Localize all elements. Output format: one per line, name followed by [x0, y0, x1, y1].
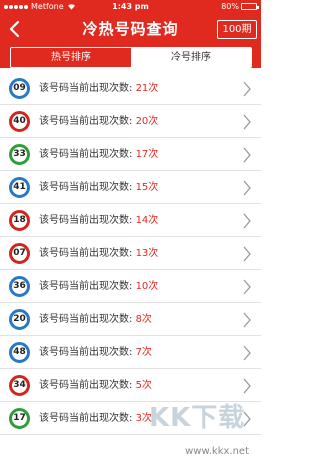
ball-number: 36 — [13, 281, 26, 291]
occurrence-text: 该号码当前出现次数: 14次 — [39, 204, 158, 237]
list-item[interactable]: 18 该号码当前出现次数: 14次 — [0, 204, 261, 237]
list-item[interactable]: 33 该号码当前出现次数: 17次 — [0, 138, 261, 171]
list-item[interactable]: 40 该号码当前出现次数: 20次 — [0, 105, 261, 138]
list-item[interactable]: 48 该号码当前出现次数: 7次 — [0, 336, 261, 369]
chevron-right-icon — [243, 213, 251, 229]
occurrence-count: 15次 — [135, 182, 159, 193]
occurrence-text: 该号码当前出现次数: 8次 — [39, 303, 152, 336]
occurrence-text: 该号码当前出现次数: 10次 — [39, 270, 158, 303]
ball-number: 48 — [13, 347, 26, 357]
list-item[interactable]: 20 该号码当前出现次数: 8次 — [0, 303, 261, 336]
occurrence-count: 5次 — [135, 380, 152, 391]
battery-icon — [241, 3, 259, 10]
list-item[interactable]: 41 该号码当前出现次数: 15次 — [0, 171, 261, 204]
occurrence-count: 8次 — [135, 314, 152, 325]
occurrence-count: 3次 — [135, 413, 152, 424]
occurrence-text: 该号码当前出现次数: 5次 — [39, 369, 152, 402]
period-button[interactable]: 100期 — [217, 20, 257, 39]
header: Metfone 1:43 pm 80% 冷热号码查询 100期 热号排序 冷号排… — [0, 0, 261, 68]
number-ball: 41 — [9, 177, 30, 198]
occurrence-label: 该号码当前出现次数: — [39, 413, 136, 424]
occurrence-count: 17次 — [135, 149, 159, 160]
ball-number: 07 — [13, 248, 26, 258]
sort-tabs: 热号排序 冷号排序 — [10, 47, 252, 68]
status-bar: Metfone 1:43 pm 80% — [0, 0, 261, 13]
occurrence-text: 该号码当前出现次数: 17次 — [39, 138, 158, 171]
occurrence-text: 该号码当前出现次数: 3次 — [39, 402, 152, 435]
tab-hot-sort[interactable]: 热号排序 — [11, 48, 131, 67]
number-ball: 48 — [9, 342, 30, 363]
occurrence-label: 该号码当前出现次数: — [39, 281, 136, 292]
occurrence-label: 该号码当前出现次数: — [39, 83, 136, 94]
occurrence-count: 14次 — [135, 215, 159, 226]
occurrence-label: 该号码当前出现次数: — [39, 215, 136, 226]
number-ball: 36 — [9, 276, 30, 297]
ball-number: 33 — [13, 149, 26, 159]
occurrence-label: 该号码当前出现次数: — [39, 182, 136, 193]
chevron-right-icon — [243, 114, 251, 130]
number-ball: 18 — [9, 210, 30, 231]
list-item[interactable]: 34 该号码当前出现次数: 5次 — [0, 369, 261, 402]
chevron-right-icon — [243, 378, 251, 394]
number-ball: 33 — [9, 144, 30, 165]
ball-number: 18 — [13, 215, 26, 225]
ball-number: 41 — [13, 182, 26, 192]
ball-number: 20 — [13, 314, 26, 324]
occurrence-label: 该号码当前出现次数: — [39, 380, 136, 391]
occurrence-text: 该号码当前出现次数: 15次 — [39, 171, 158, 204]
chevron-right-icon — [243, 411, 251, 427]
number-ball: 20 — [9, 309, 30, 330]
list-item[interactable]: 09 该号码当前出现次数: 21次 — [0, 72, 261, 105]
list-item[interactable]: 17 该号码当前出现次数: 3次 — [0, 402, 261, 435]
occurrence-count: 13次 — [135, 248, 159, 259]
ball-number: 17 — [13, 413, 26, 423]
occurrence-count: 20次 — [135, 116, 159, 127]
chevron-right-icon — [243, 279, 251, 295]
occurrence-label: 该号码当前出现次数: — [39, 248, 136, 259]
number-ball: 34 — [9, 375, 30, 396]
number-ball: 40 — [9, 111, 30, 132]
chevron-right-icon — [243, 147, 251, 163]
ball-number: 09 — [13, 83, 26, 93]
occurrence-text: 该号码当前出现次数: 20次 — [39, 105, 158, 138]
battery-percent: 80% — [221, 2, 239, 11]
occurrence-count: 10次 — [135, 281, 159, 292]
number-ball: 07 — [9, 243, 30, 264]
occurrence-label: 该号码当前出现次数: — [39, 149, 136, 160]
occurrence-text: 该号码当前出现次数: 21次 — [39, 72, 158, 105]
list-item[interactable]: 07 该号码当前出现次数: 13次 — [0, 237, 261, 270]
occurrence-text: 该号码当前出现次数: 13次 — [39, 237, 158, 270]
ball-number: 34 — [13, 380, 26, 390]
ball-number: 40 — [13, 116, 26, 126]
navbar: 冷热号码查询 100期 — [0, 13, 261, 45]
status-right: 80% — [221, 0, 259, 13]
chevron-right-icon — [243, 246, 251, 262]
tab-cold-sort[interactable]: 冷号排序 — [131, 48, 251, 67]
watermark-url: www.kkx.net — [185, 446, 249, 457]
number-ball: 17 — [9, 408, 30, 429]
chevron-right-icon — [243, 81, 251, 97]
chevron-right-icon — [243, 180, 251, 196]
chevron-right-icon — [243, 312, 251, 328]
occurrence-label: 该号码当前出现次数: — [39, 314, 136, 325]
list-item[interactable]: 36 该号码当前出现次数: 10次 — [0, 270, 261, 303]
occurrence-label: 该号码当前出现次数: — [39, 347, 136, 358]
occurrence-count: 21次 — [135, 83, 159, 94]
chevron-right-icon — [243, 345, 251, 361]
occurrence-label: 该号码当前出现次数: — [39, 116, 136, 127]
number-ball: 09 — [9, 78, 30, 99]
number-list: 09 该号码当前出现次数: 21次 40 该号码当前出现次数: 20次 33 该号码当前出… — [0, 72, 261, 435]
occurrence-text: 该号码当前出现次数: 7次 — [39, 336, 152, 369]
occurrence-count: 7次 — [135, 347, 152, 358]
